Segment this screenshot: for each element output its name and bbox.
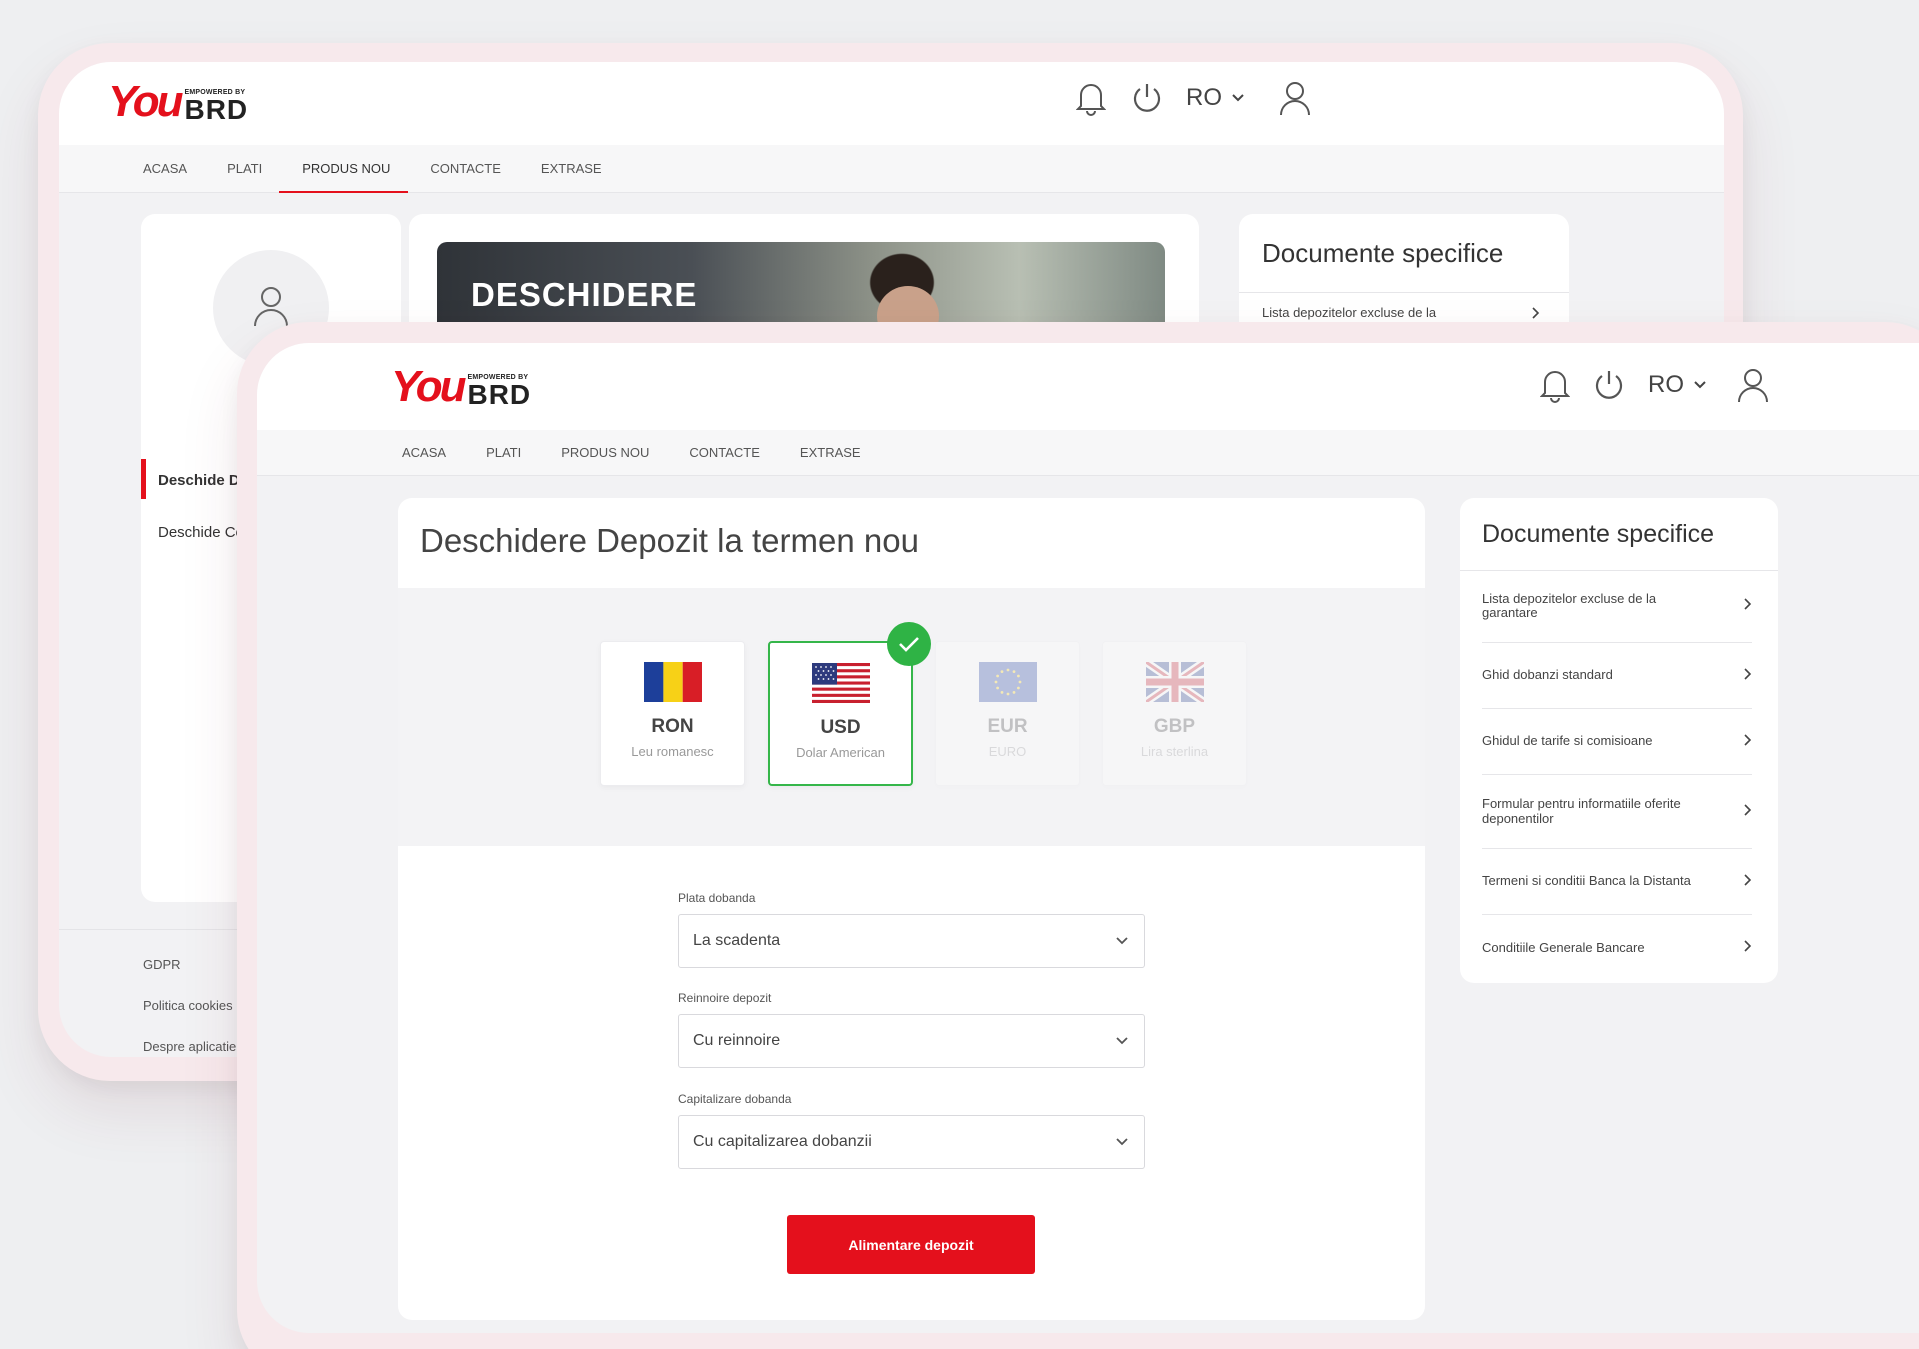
- nav-item-extrase[interactable]: EXTRASE: [541, 161, 602, 176]
- footer-link-gdpr[interactable]: GDPR: [143, 957, 181, 972]
- uk-flag-icon: [1145, 662, 1204, 702]
- brand-logo[interactable]: You EMPOWERED BY BRD: [391, 365, 531, 409]
- language-selector[interactable]: RO: [1648, 371, 1706, 399]
- currency-selector: RON Leu romanesc USD Dolar American EUR …: [398, 588, 1425, 846]
- nav-item-produs-nou[interactable]: PRODUS NOU: [279, 161, 409, 193]
- doc-link-label: Formular pentru informatiile oferite dep…: [1482, 796, 1681, 826]
- currency-option-ron[interactable]: RON Leu romanesc: [600, 641, 745, 786]
- logo-bank-text: BRD: [467, 379, 532, 410]
- nav-item-plati[interactable]: PLATI: [486, 445, 521, 460]
- chevron-down-icon: [1116, 1032, 1128, 1050]
- logo-sub: EMPOWERED BY BRD: [467, 374, 531, 409]
- logo-you-text: You: [391, 362, 466, 411]
- bell-icon[interactable]: [1540, 367, 1570, 403]
- currency-code: RON: [651, 716, 694, 737]
- plata-dobanda-select[interactable]: La scadenta: [678, 914, 1145, 968]
- bell-icon[interactable]: [1076, 80, 1106, 116]
- eu-flag-icon: [978, 662, 1037, 702]
- currency-name: EURO: [988, 744, 1027, 759]
- chevron-down-icon: [1694, 381, 1706, 389]
- reinnoire-depozit-select[interactable]: Cu reinnoire: [678, 1014, 1145, 1068]
- currency-option-gbp[interactable]: GBP Lira sterlina: [1102, 641, 1247, 786]
- chevron-down-icon: [1116, 1133, 1128, 1151]
- doc-link-label: Lista depozitelor excluse de la garantar…: [1482, 590, 1657, 620]
- logo-bank-text: BRD: [184, 94, 249, 125]
- doc-link-conditiile-generale[interactable]: Conditiile Generale Bancare: [1482, 915, 1752, 981]
- user-icon[interactable]: [1736, 367, 1770, 403]
- front-app-screen: You EMPOWERED BY BRD RO ACASA PLATI PROD…: [257, 343, 1919, 1333]
- currency-name: Leu romanesc: [631, 744, 714, 759]
- nav-item-contacte[interactable]: CONTACTE: [689, 445, 760, 460]
- banner-title: DESCHIDERE: [471, 276, 698, 313]
- nav-item-plati[interactable]: PLATI: [227, 161, 262, 176]
- footer-link-cookies[interactable]: Politica cookies: [143, 998, 233, 1013]
- doc-link-ghid-dobanzi[interactable]: Ghid dobanzi standard: [1482, 643, 1752, 709]
- field-label-plata-dobanda: Plata dobanda: [678, 891, 756, 905]
- doc-link-ghidul-tarife[interactable]: Ghidul de tarife si comisioane: [1482, 709, 1752, 775]
- capitalizare-dobanda-select[interactable]: Cu capitalizarea dobanzii: [678, 1115, 1145, 1169]
- main-nav: ACASA PLATI PRODUS NOU CONTACTE EXTRASE: [59, 145, 1724, 193]
- nav-item-produs-nou[interactable]: PRODUS NOU: [561, 445, 649, 460]
- currency-name: Lira sterlina: [1140, 744, 1209, 759]
- select-value: La scadenta: [693, 932, 781, 949]
- header-actions: RO: [1076, 80, 1312, 116]
- brand-logo[interactable]: You EMPOWERED BY BRD: [108, 80, 248, 124]
- chevron-right-icon: [1744, 597, 1752, 615]
- sidebar-item-deschide-cont[interactable]: Deschide Co: [158, 524, 244, 541]
- currency-code: GBP: [1153, 716, 1196, 737]
- currency-code: USD: [820, 717, 861, 738]
- ro-flag-icon: [643, 662, 702, 702]
- main-nav: ACASA PLATI PRODUS NOU CONTACTE EXTRASE: [257, 430, 1919, 476]
- sidebar-item-deschide-depozit[interactable]: Deschide D: [158, 472, 240, 489]
- doc-link-label: Conditiile Generale Bancare: [1482, 939, 1645, 955]
- doc-link-lista-depozite[interactable]: Lista depozitelor excluse de la garantar…: [1482, 570, 1752, 643]
- page-title: Deschidere Depozit la termen nou: [420, 522, 919, 559]
- chevron-down-icon: [1116, 932, 1128, 950]
- doc-link-label: Ghidul de tarife si comisioane: [1482, 733, 1653, 749]
- documents-card: Documente specifice Lista depozitelor ex…: [1460, 498, 1778, 983]
- user-icon[interactable]: [1278, 80, 1312, 116]
- alimentare-depozit-button[interactable]: Alimentare depozit: [787, 1215, 1035, 1274]
- language-selector[interactable]: RO: [1186, 84, 1244, 112]
- logo-sub: EMPOWERED BY BRD: [184, 89, 248, 124]
- currency-option-usd[interactable]: USD Dolar American: [768, 641, 913, 786]
- language-label: RO: [1648, 371, 1684, 398]
- selected-check-icon: [887, 622, 931, 666]
- chevron-down-icon: [1232, 94, 1244, 102]
- select-value: Cu capitalizarea dobanzii: [693, 1133, 872, 1150]
- header-actions: RO: [1540, 367, 1770, 403]
- doc-link-label: Termeni si conditii Banca la Distanta: [1482, 873, 1691, 889]
- logo-you-text: You: [108, 77, 183, 126]
- docs-title: Documente specifice: [1482, 520, 1715, 548]
- nav-item-acasa[interactable]: ACASA: [143, 161, 187, 176]
- docs-divider: [1239, 292, 1569, 293]
- nav-item-extrase[interactable]: EXTRASE: [800, 445, 861, 460]
- chevron-right-icon: [1744, 667, 1752, 685]
- language-label: RO: [1186, 84, 1222, 111]
- app-header: You EMPOWERED BY BRD RO: [257, 343, 1919, 430]
- footer-link-despre[interactable]: Despre aplicatie: [143, 1039, 236, 1054]
- us-flag-icon: [811, 663, 870, 703]
- power-icon[interactable]: [1592, 368, 1626, 402]
- doc-link-termeni-conditii[interactable]: Termeni si conditii Banca la Distanta: [1482, 849, 1752, 915]
- docs-title-back: Documente specifice: [1262, 238, 1504, 268]
- sidebar-active-indicator: [141, 459, 146, 499]
- chevron-right-icon: [1744, 803, 1752, 821]
- chevron-right-icon: [1744, 873, 1752, 891]
- doc-link-formular-informatii[interactable]: Formular pentru informatiile oferite dep…: [1482, 775, 1752, 849]
- app-header: You EMPOWERED BY BRD RO: [59, 62, 1724, 145]
- chevron-right-icon: [1744, 733, 1752, 751]
- currency-name: Dolar American: [796, 745, 885, 760]
- currency-option-eur[interactable]: EUR EURO: [935, 641, 1080, 786]
- power-icon[interactable]: [1130, 81, 1164, 115]
- chevron-right-icon: [1744, 939, 1752, 957]
- select-value: Cu reinnoire: [693, 1032, 781, 1049]
- currency-code: EUR: [987, 716, 1028, 737]
- nav-item-contacte[interactable]: CONTACTE: [430, 161, 501, 176]
- field-label-reinnoire-depozit: Reinnoire depozit: [678, 991, 772, 1005]
- nav-item-acasa[interactable]: ACASA: [402, 445, 446, 460]
- doc-link-label: Ghid dobanzi standard: [1482, 667, 1613, 683]
- field-label-capitalizare-dobanda: Capitalizare dobanda: [678, 1092, 792, 1106]
- deposit-form-card: Deschidere Depozit la termen nou RON Leu…: [398, 498, 1425, 1320]
